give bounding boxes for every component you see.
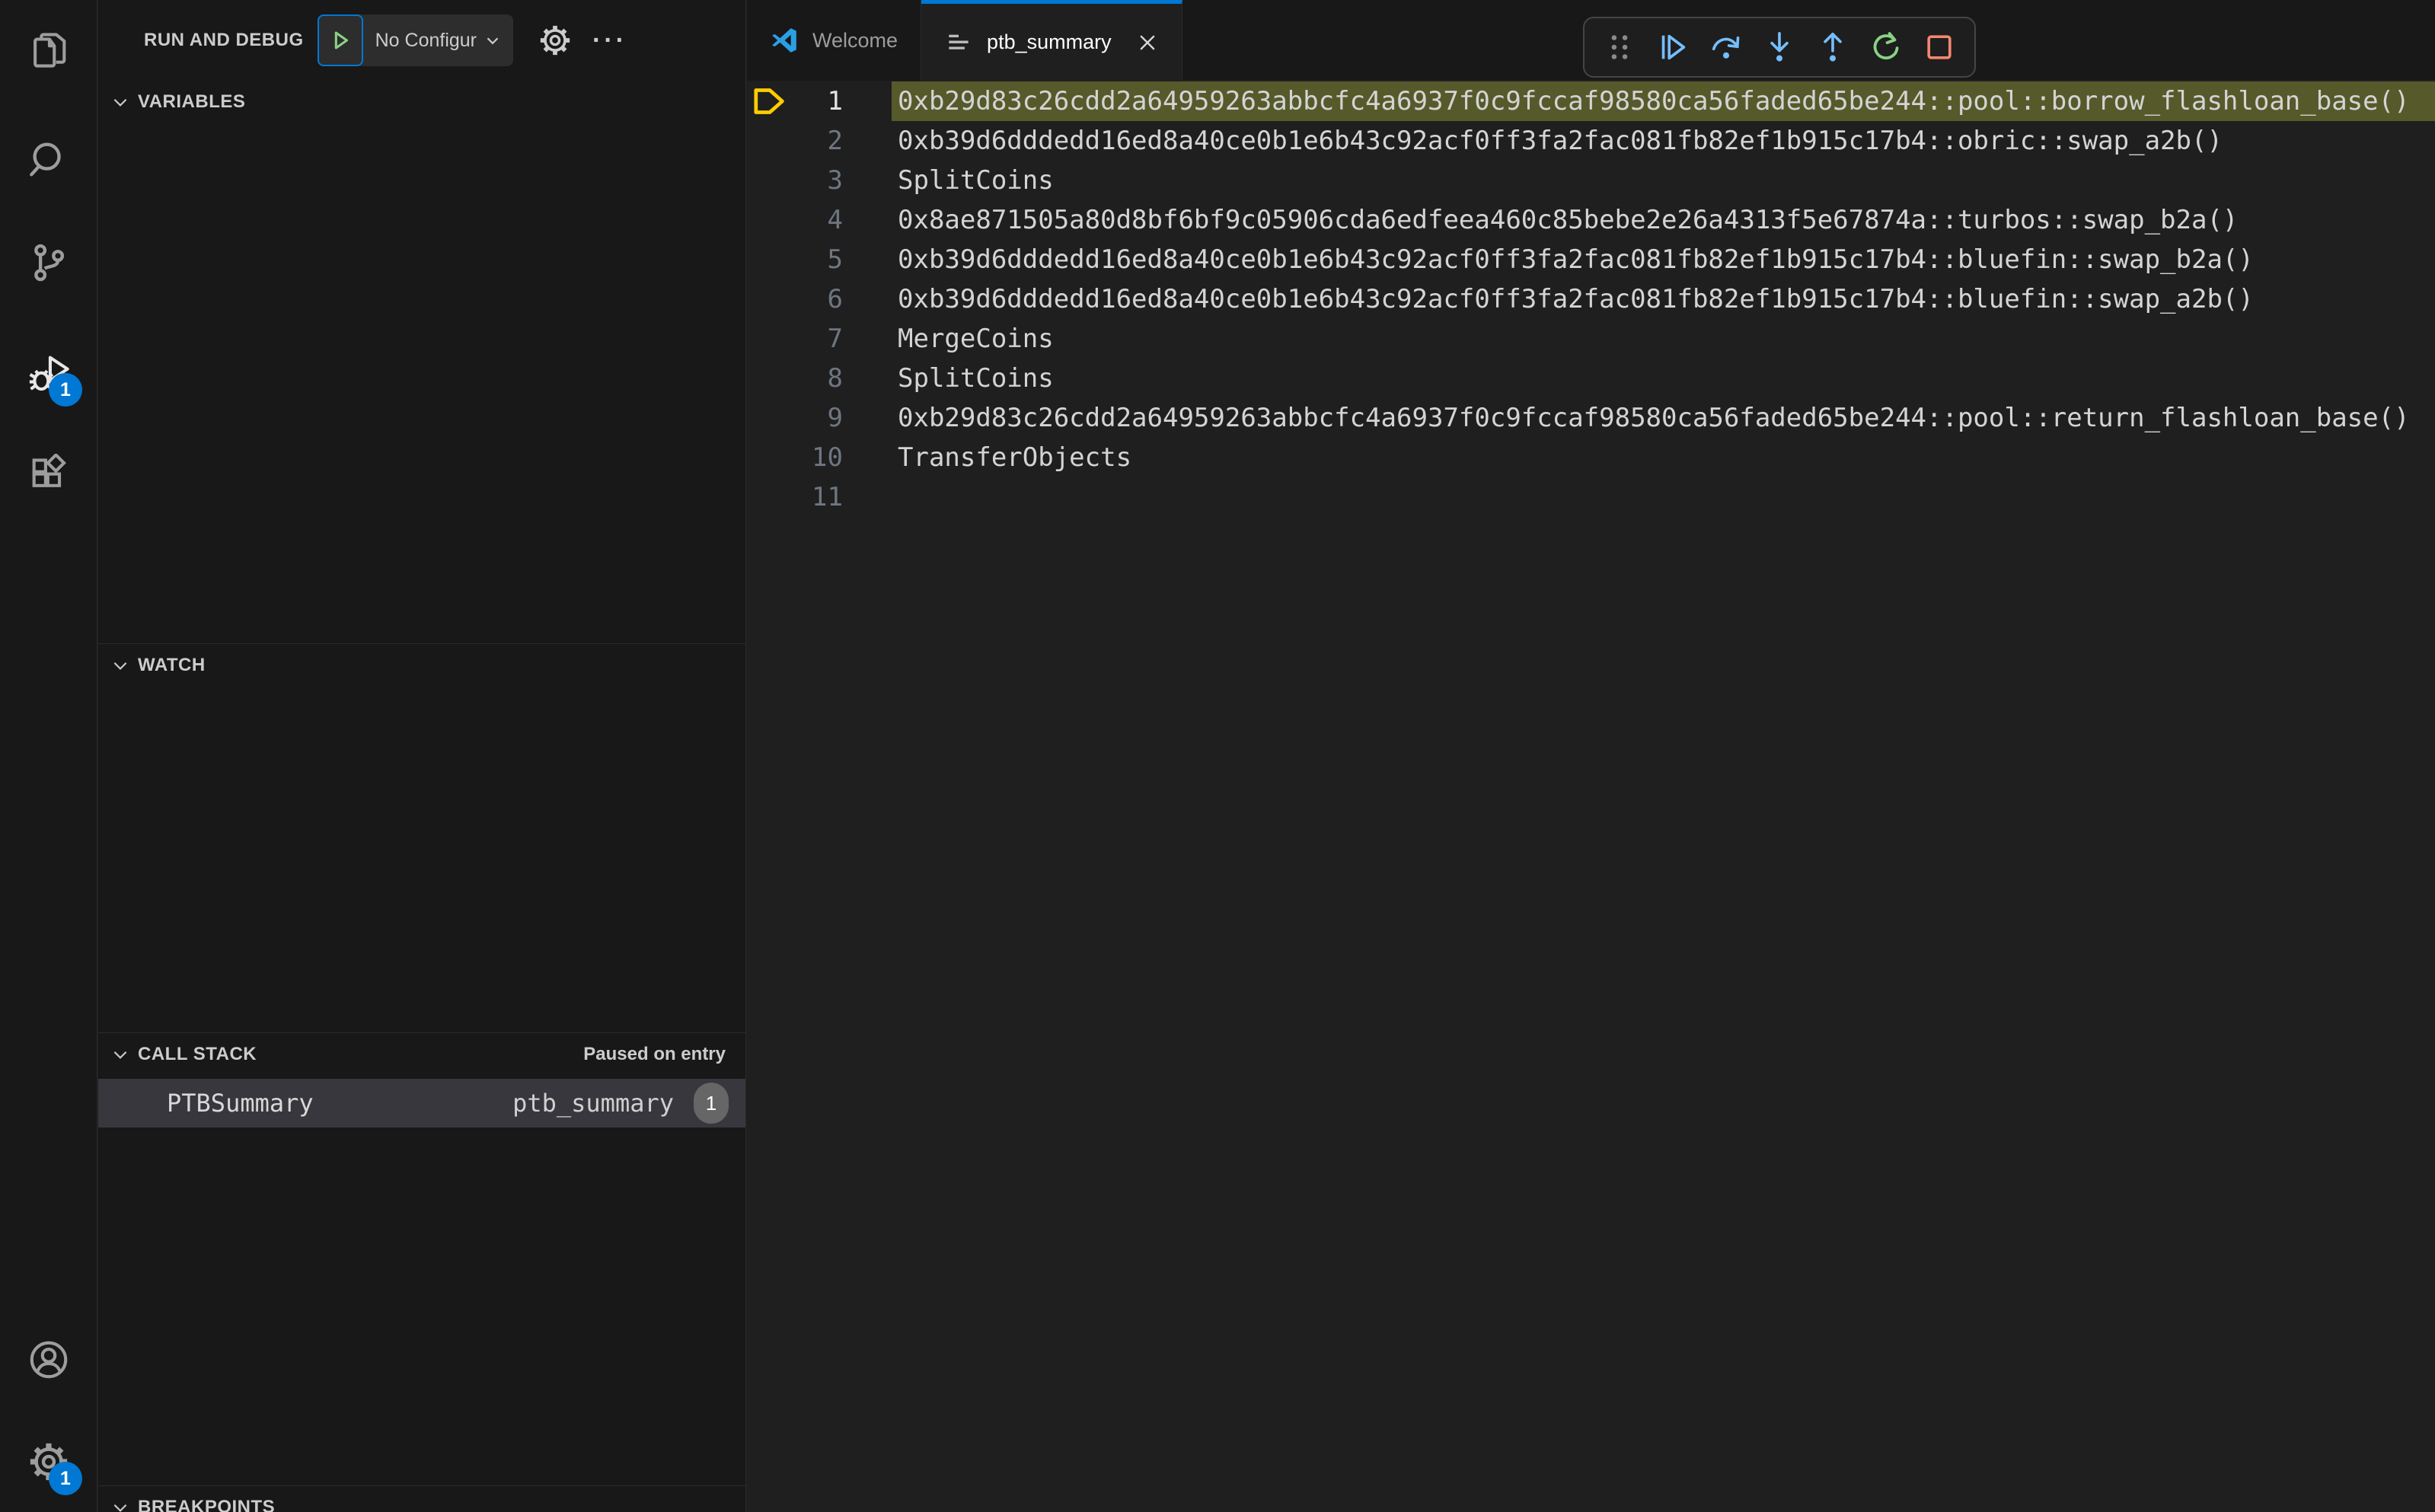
code-line-9[interactable]: 9 0xb29d83c26cdd2a64959263abbcfc4a6937f0… bbox=[747, 398, 2435, 438]
debug-settings-gear-icon[interactable] bbox=[538, 23, 573, 58]
glyph-margin[interactable] bbox=[747, 398, 791, 438]
settings-badge: 1 bbox=[49, 1462, 82, 1495]
code-line-6[interactable]: 6 0xb39d6dddedd16ed8a40ce0b1e6b43c92acf0… bbox=[747, 279, 2435, 319]
step-over-icon[interactable] bbox=[1702, 23, 1750, 72]
continue-icon[interactable] bbox=[1648, 23, 1697, 72]
line-number: 1 bbox=[827, 86, 843, 116]
line-text: TransferObjects bbox=[898, 442, 1132, 473]
code-line-7[interactable]: 7 MergeCoins bbox=[747, 319, 2435, 359]
tab-label: ptb_summary bbox=[987, 30, 1112, 53]
variables-section-header[interactable]: VARIABLES bbox=[98, 81, 745, 123]
config-dropdown-label: No Configur bbox=[375, 29, 477, 51]
tab-ptb-summary[interactable]: ptb_summary bbox=[921, 0, 1182, 81]
accounts-icon[interactable] bbox=[24, 1335, 73, 1384]
frame-name: PTBSummary bbox=[167, 1089, 314, 1118]
sidebar-title: RUN AND DEBUG bbox=[144, 30, 304, 50]
glyph-margin[interactable] bbox=[747, 438, 791, 477]
toolbar-drag-handle[interactable] bbox=[1595, 23, 1644, 72]
sidebar-header: RUN AND DEBUG No Configur ··· bbox=[98, 0, 745, 81]
vscode-window: 1 1 RUN AND DEBUG No Configur ··· VARIAB… bbox=[0, 0, 2435, 1512]
restart-icon[interactable] bbox=[1862, 23, 1910, 72]
code-line-5[interactable]: 5 0xb39d6dddedd16ed8a40ce0b1e6b43c92acf0… bbox=[747, 240, 2435, 279]
glyph-margin[interactable] bbox=[747, 161, 791, 200]
code-line-11[interactable]: 11 bbox=[747, 477, 2435, 517]
activity-bar: 1 1 bbox=[0, 0, 97, 1512]
glyph-margin[interactable] bbox=[747, 279, 791, 319]
chevron-down-icon bbox=[113, 1051, 127, 1059]
variables-section: VARIABLES bbox=[98, 81, 745, 643]
line-text: 0xb39d6dddedd16ed8a40ce0b1e6b43c92acf0ff… bbox=[898, 284, 2254, 314]
code-editor[interactable]: 1 0xb29d83c26cdd2a64959263abbcfc4a6937f0… bbox=[747, 81, 2435, 1512]
debug-current-line-arrow-icon[interactable] bbox=[747, 81, 791, 121]
line-number: 7 bbox=[827, 324, 843, 354]
watch-section: WATCH bbox=[98, 643, 745, 1032]
extensions-icon[interactable] bbox=[24, 451, 73, 500]
chevron-down-icon bbox=[113, 1504, 127, 1512]
glyph-margin[interactable] bbox=[747, 121, 791, 161]
editor-group: Welcome ptb_summary 1 0xb29d83c26cdd2a64… bbox=[747, 0, 2435, 1512]
code-line-8[interactable]: 8 SplitCoins bbox=[747, 359, 2435, 398]
code-line-4[interactable]: 4 0x8ae871505a80d8bf6bf9c05906cda6edfeea… bbox=[747, 200, 2435, 240]
chevron-down-icon bbox=[113, 662, 127, 670]
more-actions-icon[interactable]: ··· bbox=[592, 27, 627, 53]
chevron-down-icon bbox=[113, 98, 127, 107]
debug-config-pill: No Configur bbox=[317, 14, 514, 66]
vscode-logo-icon bbox=[770, 26, 799, 55]
source-control-icon[interactable] bbox=[24, 238, 73, 287]
debug-toolbar bbox=[1583, 17, 1976, 78]
line-number: 4 bbox=[827, 205, 843, 235]
step-into-icon[interactable] bbox=[1755, 23, 1804, 72]
line-text: MergeCoins bbox=[898, 324, 1054, 354]
breakpoints-section-header[interactable]: BREAKPOINTS bbox=[98, 1486, 745, 1512]
line-number: 2 bbox=[827, 126, 843, 156]
line-text: 0xb29d83c26cdd2a64959263abbcfc4a6937f0c9… bbox=[898, 86, 2410, 116]
breakpoints-section: BREAKPOINTS bbox=[98, 1485, 745, 1512]
config-dropdown[interactable]: No Configur bbox=[363, 14, 513, 66]
close-icon[interactable] bbox=[1136, 31, 1159, 54]
glyph-margin[interactable] bbox=[747, 319, 791, 359]
gear-icon[interactable]: 1 bbox=[24, 1437, 82, 1495]
tab-label: Welcome bbox=[812, 28, 898, 52]
paused-status: Paused on entry bbox=[583, 1044, 726, 1064]
line-number: 3 bbox=[827, 165, 843, 196]
line-number: 11 bbox=[812, 482, 843, 512]
explorer-icon[interactable] bbox=[24, 26, 73, 75]
frame-source: ptb_summary bbox=[512, 1089, 674, 1118]
line-text bbox=[843, 477, 898, 517]
line-text: SplitCoins bbox=[898, 165, 1054, 196]
watch-section-header[interactable]: WATCH bbox=[98, 644, 745, 687]
line-text: 0xb39d6dddedd16ed8a40ce0b1e6b43c92acf0ff… bbox=[898, 126, 2223, 156]
stop-icon[interactable] bbox=[1915, 23, 1964, 72]
tab-welcome[interactable]: Welcome bbox=[747, 0, 922, 81]
code-line-2[interactable]: 2 0xb39d6dddedd16ed8a40ce0b1e6b43c92acf0… bbox=[747, 121, 2435, 161]
code-line-3[interactable]: 3 SplitCoins bbox=[747, 161, 2435, 200]
start-debugging-button[interactable] bbox=[317, 14, 363, 66]
glyph-margin[interactable] bbox=[747, 200, 791, 240]
debug-session-badge: 1 bbox=[49, 373, 82, 407]
code-line-10[interactable]: 10 TransferObjects bbox=[747, 438, 2435, 477]
call-stack-section-header[interactable]: CALL STACK Paused on entry bbox=[98, 1033, 745, 1076]
call-stack-frame-row[interactable]: PTBSummary ptb_summary 1 bbox=[98, 1079, 745, 1128]
call-stack-section: CALL STACK Paused on entry PTBSummary pt… bbox=[98, 1032, 745, 1485]
chevron-down-icon bbox=[487, 37, 499, 45]
line-number: 6 bbox=[827, 284, 843, 314]
line-text: 0x8ae871505a80d8bf6bf9c05906cda6edfeea46… bbox=[898, 205, 2239, 235]
code-line-1[interactable]: 1 0xb29d83c26cdd2a64959263abbcfc4a6937f0… bbox=[747, 81, 2435, 121]
step-out-icon[interactable] bbox=[1808, 23, 1857, 72]
frame-badge: 1 bbox=[694, 1083, 729, 1124]
line-number: 9 bbox=[827, 403, 843, 433]
glyph-margin[interactable] bbox=[747, 240, 791, 279]
line-number: 10 bbox=[812, 442, 843, 473]
run-and-debug-icon[interactable]: 1 bbox=[24, 349, 82, 407]
line-text: 0xb29d83c26cdd2a64959263abbcfc4a6937f0c9… bbox=[898, 403, 2410, 433]
file-list-icon bbox=[944, 28, 973, 57]
line-text: SplitCoins bbox=[898, 363, 1054, 394]
search-icon[interactable] bbox=[24, 136, 73, 184]
line-text: 0xb39d6dddedd16ed8a40ce0b1e6b43c92acf0ff… bbox=[898, 244, 2254, 275]
glyph-margin[interactable] bbox=[747, 477, 791, 517]
line-number: 8 bbox=[827, 363, 843, 394]
line-number: 5 bbox=[827, 244, 843, 275]
run-and-debug-sidebar: RUN AND DEBUG No Configur ··· VARIABLES … bbox=[98, 0, 746, 1512]
glyph-margin[interactable] bbox=[747, 359, 791, 398]
